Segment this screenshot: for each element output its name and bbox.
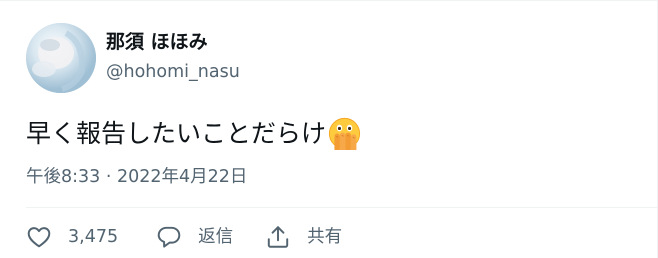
speech-bubble-icon <box>156 224 182 250</box>
face-with-hand-over-mouth-icon <box>328 117 361 150</box>
tweet-timestamp[interactable]: 午後8:33 · 2022年4月22日 <box>26 165 247 189</box>
tweet-card: 那須 ほほみ @hohomi_nasu 早く報告したいことだらけ 午後8:33 … <box>0 0 658 258</box>
like-count: 3,475 <box>68 227 119 247</box>
author-display-name[interactable]: 那須 ほほみ <box>106 30 208 54</box>
like-button[interactable]: 3,475 <box>26 224 118 250</box>
heart-icon <box>26 224 52 250</box>
tweet-body: 早く報告したいことだらけ <box>26 118 327 148</box>
avatar[interactable] <box>26 23 96 93</box>
share-upload-icon <box>265 224 291 250</box>
share-button[interactable]: 共有 <box>265 224 342 250</box>
share-label: 共有 <box>307 227 343 247</box>
tweet-text: 早く報告したいことだらけ <box>26 117 361 150</box>
author-handle[interactable]: @hohomi_nasu <box>106 61 240 83</box>
divider <box>26 207 657 208</box>
reply-button[interactable]: 返信 <box>156 224 233 250</box>
tweet-actions: 3,475 返信 共有 <box>26 219 342 255</box>
reply-label: 返信 <box>198 227 234 247</box>
